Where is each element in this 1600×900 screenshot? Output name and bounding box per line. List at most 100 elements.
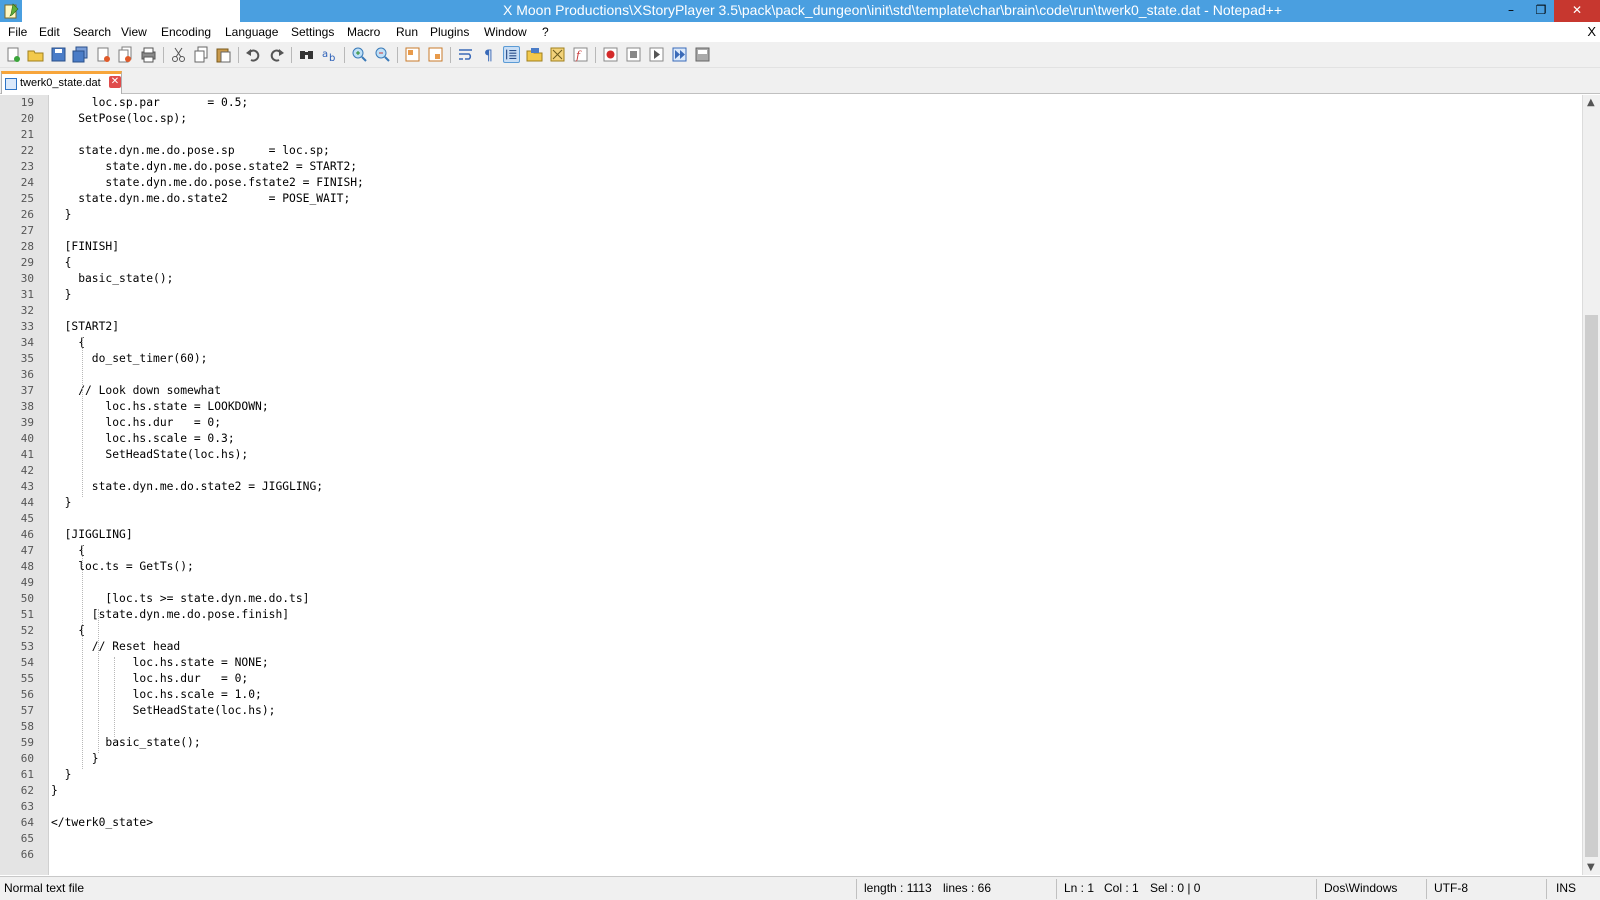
sync-horizontal-icon[interactable] <box>427 46 444 63</box>
code-line[interactable]: 23 state.dyn.me.do.pose.state2 = START2; <box>0 159 1580 175</box>
code-line[interactable]: 58 <box>0 719 1580 735</box>
zoom-out-icon[interactable] <box>374 46 391 63</box>
menu-run[interactable]: Run <box>396 25 418 39</box>
code-line[interactable]: 48 loc.ts = GetTs(); <box>0 559 1580 575</box>
menu-window[interactable]: Window <box>484 25 527 39</box>
new-file-icon[interactable] <box>5 46 22 63</box>
close-document-button[interactable]: X <box>1587 24 1596 39</box>
code-line[interactable]: 42 <box>0 463 1580 479</box>
scroll-down-icon[interactable]: ▼ <box>1587 862 1595 873</box>
menu-view[interactable]: View <box>121 25 147 39</box>
code-line[interactable]: 65 <box>0 831 1580 847</box>
code-line[interactable]: 34 { <box>0 335 1580 351</box>
code-line[interactable]: 25 state.dyn.me.do.state2 = POSE_WAIT; <box>0 191 1580 207</box>
run-macro-multiple-icon[interactable] <box>671 46 688 63</box>
code-line[interactable]: 44 } <box>0 495 1580 511</box>
sync-vertical-icon[interactable] <box>404 46 421 63</box>
print-icon[interactable] <box>140 46 157 63</box>
code-line[interactable]: 30 basic_state(); <box>0 271 1580 287</box>
code-line[interactable]: 22 state.dyn.me.do.pose.sp = loc.sp; <box>0 143 1580 159</box>
menu-edit[interactable]: Edit <box>39 25 60 39</box>
code-line[interactable]: 53 // Reset head <box>0 639 1580 655</box>
vertical-scrollbar[interactable]: ▲ ▼ <box>1582 95 1600 875</box>
code-line[interactable]: 38 loc.hs.state = LOOKDOWN; <box>0 399 1580 415</box>
code-line[interactable]: 54 loc.hs.state = NONE; <box>0 655 1580 671</box>
code-line[interactable]: 37 // Look down somewhat <box>0 383 1580 399</box>
code-line[interactable]: 55 loc.hs.dur = 0; <box>0 671 1580 687</box>
replace-icon[interactable]: ab <box>321 46 338 63</box>
code-line[interactable]: 19 loc.sp.par = 0.5; <box>0 95 1580 111</box>
code-line[interactable]: 21 <box>0 127 1580 143</box>
code-line[interactable]: 32 <box>0 303 1580 319</box>
menu-encoding[interactable]: Encoding <box>161 25 211 39</box>
code-line[interactable]: 63 <box>0 799 1580 815</box>
folder-as-workspace-icon[interactable] <box>526 46 543 63</box>
code-line[interactable]: 62} <box>0 783 1580 799</box>
menu-macro[interactable]: Macro <box>347 25 380 39</box>
save-icon[interactable] <box>50 46 67 63</box>
redo-icon[interactable] <box>268 46 285 63</box>
find-icon[interactable] <box>298 46 315 63</box>
code-line[interactable]: 45 <box>0 511 1580 527</box>
close-window-button[interactable]: ✕ <box>1554 0 1600 22</box>
menu-language[interactable]: Language <box>225 25 278 39</box>
code-line[interactable]: 57 SetHeadState(loc.hs); <box>0 703 1580 719</box>
paste-icon[interactable] <box>215 46 232 63</box>
zoom-in-icon[interactable] <box>351 46 368 63</box>
document-map-icon[interactable] <box>549 46 566 63</box>
record-macro-icon[interactable] <box>602 46 619 63</box>
word-wrap-icon[interactable] <box>457 46 474 63</box>
menu-settings[interactable]: Settings <box>291 25 334 39</box>
menu-help[interactable]: ? <box>542 25 549 39</box>
menu-search[interactable]: Search <box>73 25 111 39</box>
code-line[interactable]: 49 <box>0 575 1580 591</box>
scroll-up-icon[interactable]: ▲ <box>1587 97 1595 108</box>
stop-recording-icon[interactable] <box>625 46 642 63</box>
code-line[interactable]: 28 [FINISH] <box>0 239 1580 255</box>
code-line[interactable]: 66 <box>0 847 1580 863</box>
code-line[interactable]: 33 [START2] <box>0 319 1580 335</box>
play-macro-icon[interactable] <box>648 46 665 63</box>
minimize-button[interactable]: – <box>1496 0 1526 22</box>
save-macro-icon[interactable] <box>694 46 711 63</box>
code-line[interactable]: 51 [state.dyn.me.do.pose.finish] <box>0 607 1580 623</box>
code-line[interactable]: 35 do_set_timer(60); <box>0 351 1580 367</box>
code-line[interactable]: 61 } <box>0 767 1580 783</box>
cut-icon[interactable] <box>170 46 187 63</box>
code-line[interactable]: 43 state.dyn.me.do.state2 = JIGGLING; <box>0 479 1580 495</box>
menu-file[interactable]: File <box>8 25 27 39</box>
show-all-characters-icon[interactable]: ¶ <box>480 46 497 63</box>
code-line[interactable]: 47 { <box>0 543 1580 559</box>
copy-icon[interactable] <box>193 46 210 63</box>
menu-plugins[interactable]: Plugins <box>430 25 469 39</box>
code-line[interactable]: 20 SetPose(loc.sp); <box>0 111 1580 127</box>
code-line[interactable]: 26 } <box>0 207 1580 223</box>
code-line[interactable]: 36 <box>0 367 1580 383</box>
close-file-icon[interactable] <box>95 46 112 63</box>
close-all-icon[interactable] <box>117 46 134 63</box>
code-line[interactable]: 59 basic_state(); <box>0 735 1580 751</box>
code-line[interactable]: 46 [JIGGLING] <box>0 527 1580 543</box>
code-line[interactable]: 39 loc.hs.dur = 0; <box>0 415 1580 431</box>
code-line[interactable]: 31 } <box>0 287 1580 303</box>
indent-guide-icon[interactable] <box>503 46 520 63</box>
code-line[interactable]: 24 state.dyn.me.do.pose.fstate2 = FINISH… <box>0 175 1580 191</box>
code-line[interactable]: 60 } <box>0 751 1580 767</box>
code-line[interactable]: 50 [loc.ts >= state.dyn.me.do.ts] <box>0 591 1580 607</box>
tab-close-icon[interactable]: ✕ <box>109 76 121 88</box>
open-file-icon[interactable] <box>27 46 44 63</box>
code-line[interactable]: 29 { <box>0 255 1580 271</box>
save-all-icon[interactable] <box>72 46 89 63</box>
maximize-button[interactable]: ❐ <box>1526 0 1556 22</box>
editor[interactable]: 19 loc.sp.par = 0.5; 20 SetPose(loc.sp); 2… <box>0 95 1600 875</box>
undo-icon[interactable] <box>245 46 262 63</box>
code-line[interactable]: 27 <box>0 223 1580 239</box>
code-line[interactable]: 41 SetHeadState(loc.hs); <box>0 447 1580 463</box>
code-line[interactable]: 56 loc.hs.scale = 1.0; <box>0 687 1580 703</box>
function-list-icon[interactable]: f <box>572 46 589 63</box>
code-line[interactable]: 64 </twerk0_state> <box>0 815 1580 831</box>
tab-twerk0-state[interactable]: twerk0_state.dat ✕ <box>1 71 122 94</box>
code-line[interactable]: 40 loc.hs.scale = 0.3; <box>0 431 1580 447</box>
code-line[interactable]: 52 { <box>0 623 1580 639</box>
scrollbar-thumb[interactable] <box>1585 315 1598 857</box>
